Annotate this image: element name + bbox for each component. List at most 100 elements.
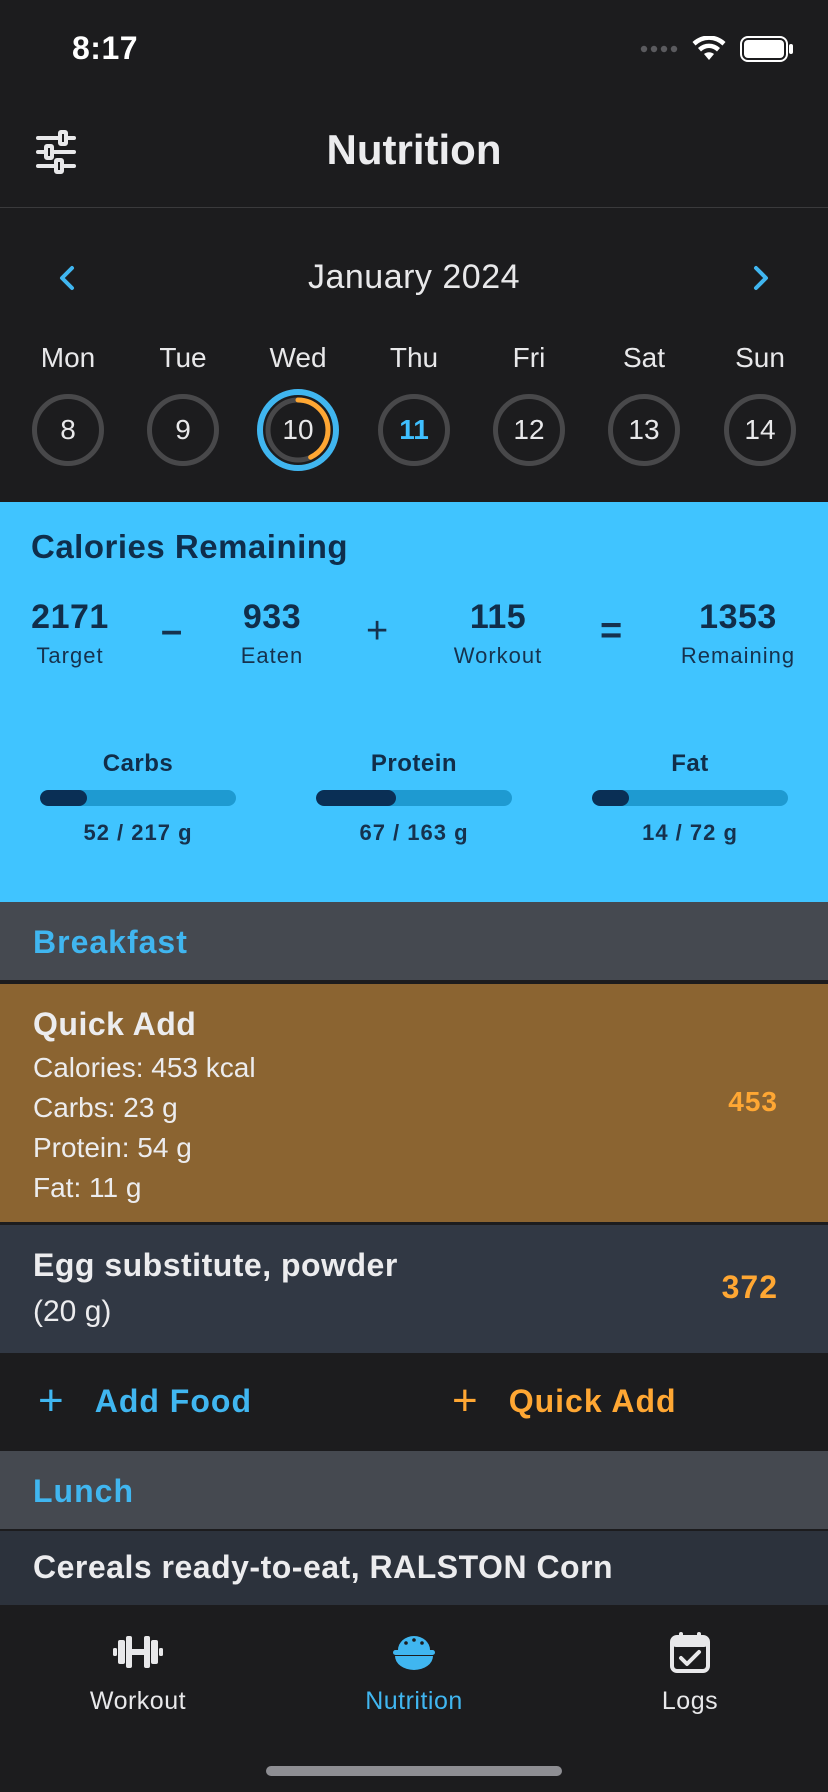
tab-logs[interactable]: Logs: [590, 1627, 790, 1716]
macro-value: 14 / 72 g: [642, 820, 738, 845]
day-date[interactable]: 9: [147, 394, 219, 466]
eaten-label: Eaten: [240, 643, 304, 668]
day-date[interactable]: 12: [493, 394, 565, 466]
minus-operator: –: [161, 610, 183, 652]
workout-stat: 115 Workout: [446, 598, 550, 669]
tab-label: Workout: [89, 1687, 187, 1715]
section-title: Breakfast: [33, 924, 188, 960]
home-indicator: [266, 1766, 562, 1776]
remaining-value: 1353: [699, 598, 777, 636]
dumbbell-icon: [38, 1627, 238, 1677]
app-header: Nutrition: [0, 100, 828, 208]
tab-nutrition[interactable]: Nutrition: [314, 1627, 514, 1716]
page-title: Nutrition: [326, 126, 502, 173]
macro-progress-bar: [592, 790, 788, 806]
macro-progress-fill: [40, 790, 88, 806]
chevron-right-icon[interactable]: [740, 258, 780, 298]
tab-label: Logs: [661, 1687, 719, 1715]
macro-progress-bar: [40, 790, 236, 806]
week-calendar: January 2024 Mon 8 Tue 9 Wed 10 Thu 11 F…: [0, 208, 828, 502]
macro-name: Carbs: [102, 750, 174, 777]
target-stat: 2171 Target: [22, 598, 118, 669]
signal-icon: [640, 45, 678, 53]
day-date-label: 10: [282, 414, 314, 445]
day-date-today[interactable]: 11: [378, 394, 450, 466]
day-name: Tue: [159, 342, 207, 373]
day-fri[interactable]: Fri 12: [479, 338, 579, 478]
remaining-stat: 1353 Remaining: [674, 598, 802, 669]
lunch-header: Lunch: [0, 1451, 828, 1531]
macro-progress-fill: [592, 790, 630, 806]
section-title: Lunch: [33, 1473, 134, 1509]
target-value: 2171: [31, 598, 109, 636]
quick-add-button[interactable]: + Quick Add: [452, 1376, 677, 1425]
month-nav: January 2024: [0, 252, 828, 304]
day-name: Sun: [735, 342, 785, 373]
calories-summary-card: Calories Remaining 2171 Target – 933 Eat…: [0, 502, 828, 902]
entry-carbs-line: Carbs: 23 g: [33, 1092, 178, 1123]
day-date[interactable]: 8: [32, 394, 104, 466]
battery-icon: [740, 36, 793, 62]
macro-progress-bar: [316, 790, 512, 806]
macro-carbs: Carbs 52 / 217 g: [40, 750, 236, 846]
day-date[interactable]: 14: [724, 394, 796, 466]
day-mon[interactable]: Mon 8: [18, 338, 118, 478]
entry-title: Egg substitute, powder: [33, 1247, 398, 1283]
day-name: Mon: [40, 342, 96, 373]
food-entry[interactable]: Cereals ready-to-eat, RALSTON Corn: [0, 1531, 828, 1605]
summary-title: Calories Remaining: [31, 528, 349, 565]
day-date-selected[interactable]: 10: [255, 387, 341, 473]
workout-label: Workout: [453, 643, 543, 668]
eaten-value: 933: [242, 598, 302, 636]
food-bowl-icon: [314, 1627, 514, 1677]
day-name: Fri: [512, 342, 546, 373]
day-name: Thu: [389, 342, 439, 373]
day-name: Sat: [622, 342, 666, 373]
workout-value: 115: [469, 598, 527, 636]
macro-name: Protein: [370, 750, 458, 777]
day-wed[interactable]: Wed 10: [248, 338, 348, 478]
entry-title: Cereals ready-to-eat, RALSTON Corn: [33, 1549, 614, 1585]
day-sun[interactable]: Sun 14: [710, 338, 810, 478]
macro-protein: Protein 67 / 163 g: [316, 750, 512, 846]
plus-icon: +: [452, 1376, 479, 1425]
day-thu[interactable]: Thu 11: [364, 338, 464, 478]
entry-calories: 453: [728, 1086, 778, 1117]
day-date[interactable]: 13: [608, 394, 680, 466]
week-row: Mon 8 Tue 9 Wed 10 Thu 11 Fri 12 Sat 13 …: [0, 338, 828, 478]
status-time: 8:17: [72, 30, 139, 66]
add-food-button[interactable]: + Add Food: [38, 1376, 252, 1425]
tab-workout[interactable]: Workout: [38, 1627, 238, 1716]
quick-add-entry[interactable]: Quick Add Calories: 453 kcal Carbs: 23 g…: [0, 984, 828, 1224]
calendar-check-icon: [590, 1627, 790, 1677]
day-sat[interactable]: Sat 13: [594, 338, 694, 478]
entry-calories: 372: [721, 1269, 778, 1305]
tab-label: Nutrition: [365, 1687, 463, 1715]
add-food-label: Add Food: [94, 1382, 252, 1419]
breakfast-actions: + Add Food + Quick Add: [0, 1353, 828, 1451]
entry-title: Quick Add: [33, 1006, 197, 1042]
entry-calories-line: Calories: 453 kcal: [33, 1052, 256, 1083]
month-label: January 2024: [307, 258, 521, 296]
plus-icon: +: [38, 1376, 65, 1425]
plus-operator: +: [366, 610, 389, 652]
macro-progress-fill: [316, 790, 397, 806]
eaten-stat: 933 Eaten: [222, 598, 322, 669]
macro-value: 52 / 217 g: [83, 820, 193, 845]
quick-add-label: Quick Add: [508, 1382, 677, 1419]
macro-value: 67 / 163 g: [359, 820, 469, 845]
day-name: Wed: [269, 342, 327, 373]
entry-fat-line: Fat: 11 g: [33, 1172, 142, 1203]
breakfast-header: Breakfast: [0, 902, 828, 982]
day-tue[interactable]: Tue 9: [133, 338, 233, 478]
macro-fat: Fat 14 / 72 g: [592, 750, 788, 846]
wifi-icon: [692, 36, 726, 60]
entry-protein-line: Protein: 54 g: [33, 1132, 192, 1163]
entry-amount: (20 g): [33, 1295, 112, 1328]
status-icons: [640, 36, 794, 62]
remaining-label: Remaining: [680, 643, 796, 668]
food-entry[interactable]: Egg substitute, powder (20 g) 372: [0, 1225, 828, 1353]
tab-bar: Workout Nutrition Logs: [0, 1605, 828, 1792]
macro-name: Fat: [671, 750, 709, 777]
equals-operator: =: [600, 610, 623, 652]
